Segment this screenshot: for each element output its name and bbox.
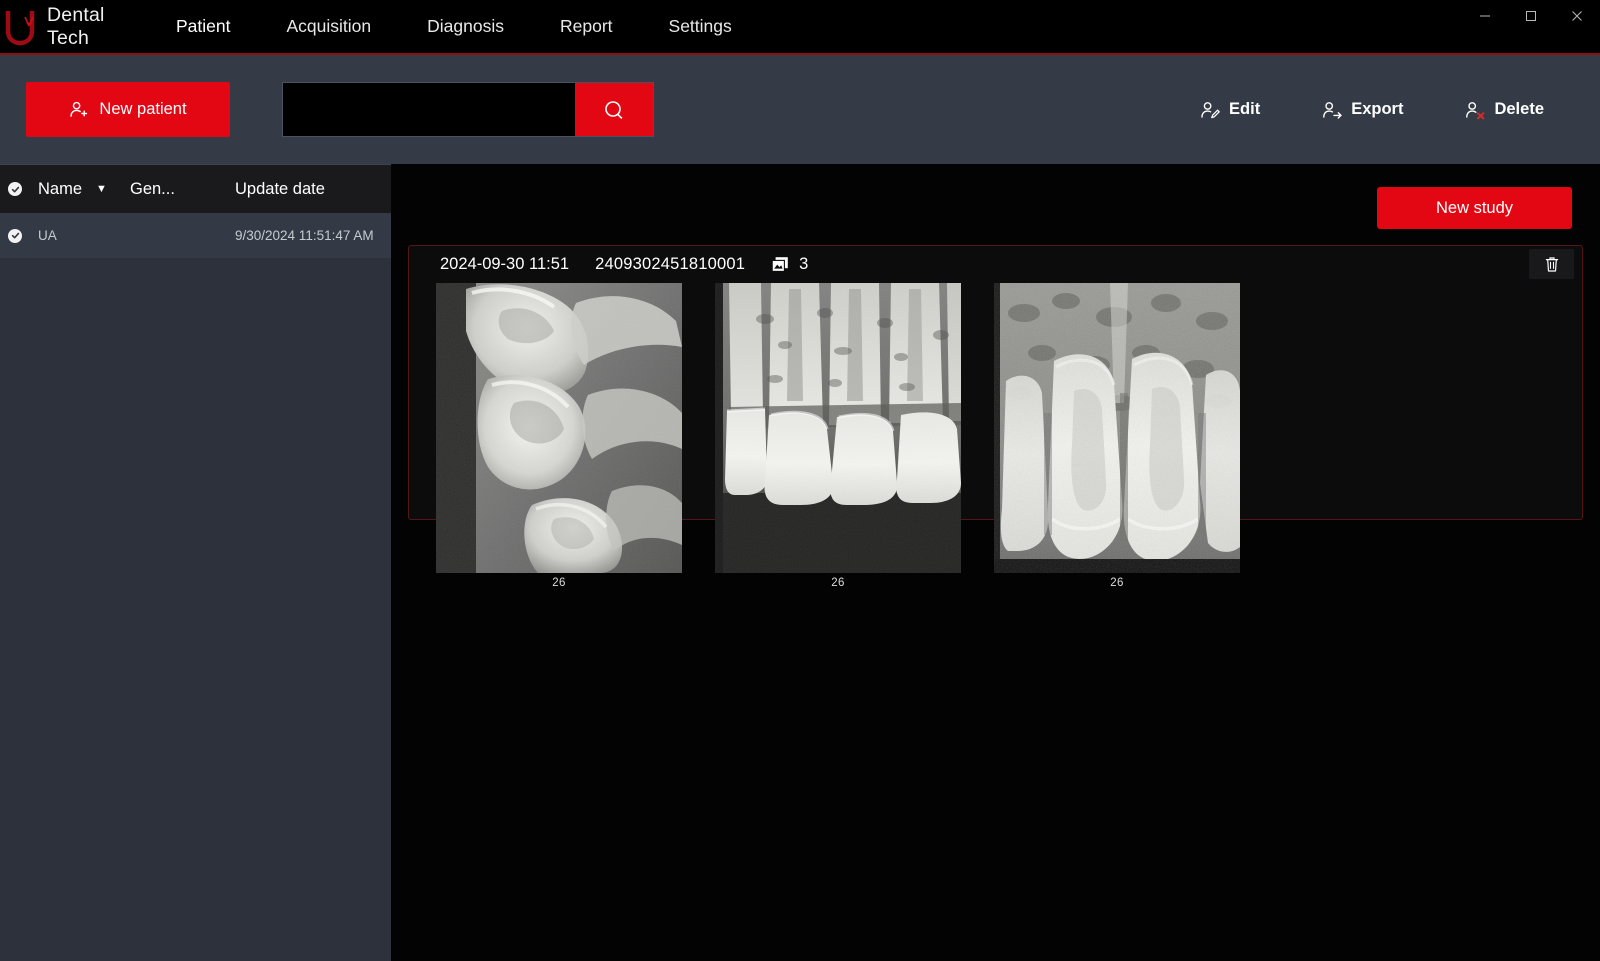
row-patient-name: UA [38,228,57,243]
column-header-name[interactable]: Name ▼ [30,180,130,199]
delete-patient-button[interactable]: Delete [1465,100,1544,120]
check-circle-icon [8,182,22,196]
maximize-icon[interactable] [1508,0,1554,32]
study-id: 2409302451810001 [595,255,746,273]
column-header-gender[interactable]: Gen... [130,180,235,199]
delete-study-button[interactable] [1529,249,1574,279]
patient-actions: Edit Export Delete [1200,82,1544,137]
select-all-checkbox[interactable] [0,182,30,196]
new-patient-label: New patient [99,100,187,118]
table-row[interactable]: UA 9/30/2024 11:51:47 AM [0,213,391,258]
title-bar: Dental Tech Patient Acquisition Diagnosi… [0,0,1600,55]
search-input[interactable] [283,83,575,136]
tab-report[interactable]: Report [532,0,641,54]
user-add-icon [69,100,88,119]
study-date: 2024-09-30 11:51 [440,255,570,273]
column-header-name-label: Name [38,179,83,198]
column-header-update-date[interactable]: Update date [235,180,391,199]
export-patient-button[interactable]: Export [1322,100,1403,120]
close-icon[interactable] [1554,0,1600,32]
study-panel: New study 2024-09-30 11:51 2409302451810… [391,164,1600,961]
dental-tech-application: Dental Tech Patient Acquisition Diagnosi… [0,0,1600,961]
thumbnail-item: 26 [715,283,961,589]
thumbnail-label: 26 [552,577,566,589]
patient-toolbar: New patient Edit Export Delete [0,55,1600,164]
user-export-icon [1322,100,1342,120]
thumbnail-item: 26 [436,283,682,589]
thumbnail-label: 26 [1110,577,1124,589]
study-card[interactable]: 2024-09-30 11:51 2409302451810001 3 26 2… [408,245,1583,589]
tab-patient[interactable]: Patient [148,0,259,54]
image-stack-icon [771,256,789,273]
tab-settings-label: Settings [668,16,732,36]
patient-search [282,82,654,137]
brand: Dental Tech [0,4,148,50]
check-circle-icon [8,228,22,243]
row-checkbox[interactable] [0,228,30,243]
u-a-monogram-logo-icon [4,7,38,47]
user-delete-icon [1465,100,1485,120]
tab-settings[interactable]: Settings [641,0,760,54]
trash-icon [1544,256,1560,273]
patient-list-header: Name ▼ Gen... Update date [0,165,391,213]
row-update-date: 9/30/2024 11:51:47 AM [235,228,374,243]
study-header: 2024-09-30 11:51 2409302451810001 3 [409,246,1582,283]
window-controls [1462,0,1600,40]
tab-report-label: Report [559,16,613,36]
edit-patient-button[interactable]: Edit [1200,100,1260,120]
tab-acquisition[interactable]: Acquisition [258,0,399,54]
tab-patient-label: Patient [176,16,231,36]
tab-diagnosis[interactable]: Diagnosis [399,0,532,54]
thumbnail-label: 26 [831,577,845,589]
main-navigation: Patient Acquisition Diagnosis Report Set… [148,0,760,54]
delete-patient-label: Delete [1494,100,1544,118]
radiograph-thumbnail-2[interactable] [715,283,961,573]
brand-name: Dental Tech [47,3,105,49]
minimize-icon[interactable] [1462,0,1508,32]
tab-diagnosis-label: Diagnosis [427,16,504,36]
radiograph-thumbnail-3[interactable] [994,283,1240,573]
radiograph-thumbnail-1[interactable] [436,283,682,573]
edit-patient-label: Edit [1229,100,1261,118]
search-button[interactable] [575,83,653,136]
search-icon [602,98,626,122]
sort-descending-icon[interactable]: ▼ [96,183,107,195]
new-patient-button[interactable]: New patient [26,82,230,137]
tab-acquisition-label: Acquisition [286,16,372,36]
user-edit-icon [1200,100,1220,120]
study-image-count: 3 [771,255,808,274]
patient-list-panel: Name ▼ Gen... Update date UA 9/30/2024 1… [0,164,391,961]
study-count-label: 3 [799,255,809,273]
new-study-button[interactable]: New study [1377,187,1572,229]
export-patient-label: Export [1351,100,1404,118]
thumbnail-item: 26 [994,283,1240,589]
study-thumbnail-list: 26 26 26 [409,283,1582,589]
